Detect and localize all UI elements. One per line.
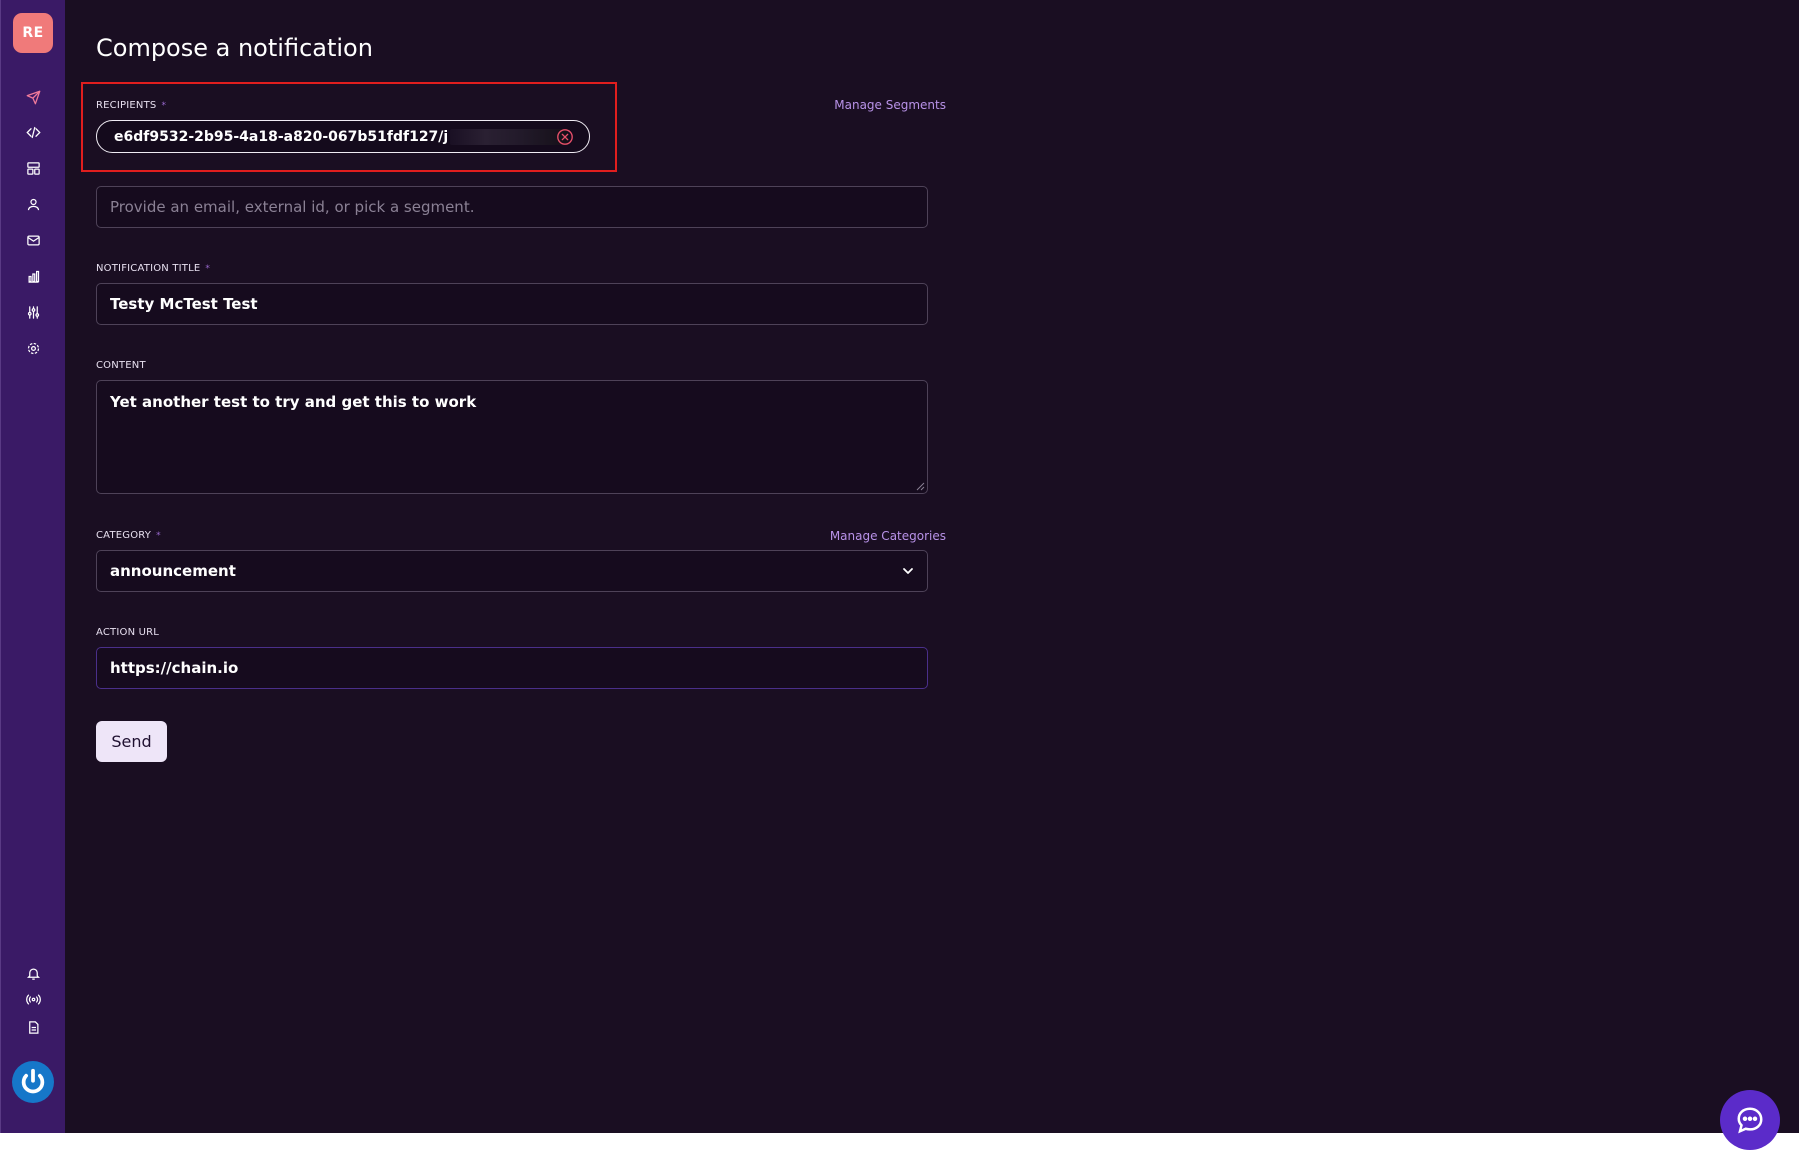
power-logo-icon[interactable]: [12, 1061, 54, 1103]
code-icon[interactable]: [23, 122, 43, 142]
redacted-text: [450, 128, 569, 145]
sliders-icon[interactable]: [23, 302, 43, 322]
document-icon[interactable]: [23, 1017, 43, 1037]
chat-support-button[interactable]: [1720, 1090, 1780, 1150]
notification-title-label: NOTIFICATION TITLE *: [96, 263, 211, 274]
content-textarea[interactable]: Yet another test to try and get this to …: [96, 380, 928, 494]
chat-icon: [1737, 1107, 1763, 1134]
category-select[interactable]: announcement: [96, 550, 928, 592]
bar-chart-icon[interactable]: [23, 266, 43, 286]
category-label: CATEGORY *: [96, 530, 161, 541]
recipients-label: RECIPIENTS *: [96, 100, 167, 111]
chevron-down-icon: [903, 568, 913, 574]
send-icon[interactable]: [23, 87, 43, 107]
manage-segments-link[interactable]: Manage Segments: [834, 98, 946, 112]
resize-handle-icon[interactable]: [915, 481, 925, 491]
layout-icon[interactable]: [23, 158, 43, 178]
bell-icon[interactable]: [23, 963, 43, 983]
user-icon[interactable]: [23, 194, 43, 214]
sidebar: RE: [0, 0, 65, 1133]
clear-recipient-icon[interactable]: [556, 128, 574, 146]
action-url-input[interactable]: https://chain.io: [96, 647, 928, 689]
gear-icon[interactable]: [23, 338, 43, 358]
recipient-chip-value: e6df9532-2b95-4a18-a820-067b51fdf127/j: [114, 128, 449, 145]
page-title: Compose a notification: [96, 34, 373, 62]
recipients-search-input[interactable]: Provide an email, external id, or pick a…: [96, 186, 928, 228]
send-button[interactable]: Send: [96, 721, 167, 762]
app-window: RE Compose a notification RECIPIENTS * M…: [0, 0, 1799, 1133]
action-url-label: ACTION URL: [96, 627, 160, 638]
recipient-chip[interactable]: e6df9532-2b95-4a18-a820-067b51fdf127/j: [96, 120, 590, 153]
mail-icon[interactable]: [23, 230, 43, 250]
broadcast-icon[interactable]: [23, 989, 43, 1009]
main-content: Compose a notification RECIPIENTS * Manag…: [64, 0, 1799, 1133]
manage-categories-link[interactable]: Manage Categories: [830, 529, 946, 543]
notification-title-input[interactable]: Testy McTest Test: [96, 283, 928, 325]
content-label: CONTENT: [96, 360, 146, 371]
workspace-badge[interactable]: RE: [13, 13, 53, 53]
